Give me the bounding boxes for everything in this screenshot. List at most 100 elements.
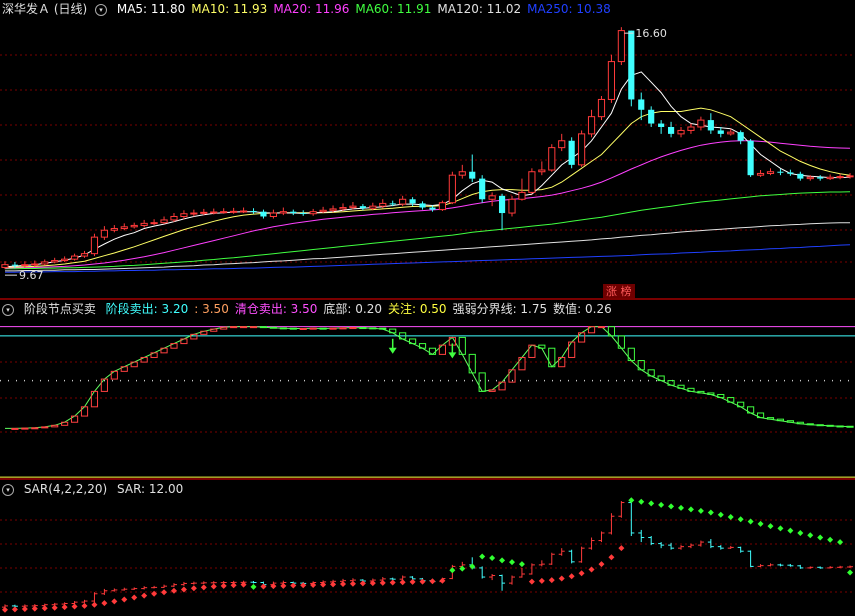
candle-body-up <box>120 226 128 230</box>
indicator-title: 阶段节点买卖 <box>23 302 96 316</box>
candle-body-up <box>190 212 198 215</box>
rising-box <box>518 356 526 371</box>
sar-header: ▾ SAR(4,2,2,20) SAR: 12.00 <box>0 480 189 498</box>
sar-point <box>558 575 565 582</box>
sar-point <box>379 579 386 586</box>
indicator-line <box>5 326 851 429</box>
candle-body-up <box>31 263 39 266</box>
sar-point <box>548 577 555 584</box>
candle-body-down <box>359 206 366 209</box>
sar-point <box>141 592 148 599</box>
sar-point <box>687 506 694 513</box>
stage-node-panel[interactable]: ▾ 阶段节点买卖 阶段卖出: 3.20: 3.50 清仓卖出: 3.50 底部: 0… <box>0 300 855 478</box>
candle-body-down <box>817 177 824 179</box>
sar-point <box>747 518 754 525</box>
sar-point <box>767 523 774 530</box>
sar-point <box>479 553 486 560</box>
candle-body-up <box>210 211 218 214</box>
candle-body-up <box>100 229 108 238</box>
rising-box <box>230 326 238 329</box>
candle-body-up <box>558 140 566 149</box>
sar-point <box>787 527 794 534</box>
legend-item: MA120: 11.02 <box>437 2 522 16</box>
candle-body-down <box>797 173 804 179</box>
candle-body-up <box>687 126 695 131</box>
legend-item: : 3.50 <box>194 302 229 316</box>
legend-item: 底部: 0.20 <box>323 302 382 316</box>
sar-point <box>807 532 814 539</box>
candle-body-up <box>587 116 596 135</box>
sar-point <box>707 509 714 516</box>
rising-box <box>299 327 307 330</box>
sar-point <box>31 605 38 612</box>
candle-body-up <box>170 215 178 221</box>
candlestick-chart[interactable]: 16.60 9.67 <box>0 0 855 300</box>
rising-box <box>568 341 576 358</box>
candle-body-up <box>826 176 834 180</box>
candle-body-up <box>130 224 138 228</box>
candle-body-up <box>80 253 89 257</box>
sar-point <box>389 579 396 586</box>
candle-body-down <box>250 210 257 212</box>
candle-body-up <box>518 191 526 200</box>
collapse-icon[interactable]: ▾ <box>2 303 14 316</box>
stage-node-chart[interactable] <box>0 300 855 478</box>
candle-body-up <box>548 147 556 171</box>
candle-body-down <box>389 203 396 205</box>
sar-point <box>349 580 356 587</box>
rising-box <box>329 327 337 330</box>
candle-body-up <box>766 171 775 174</box>
candle-body-up <box>220 211 228 214</box>
falling-box <box>259 326 268 329</box>
falling-box <box>816 424 824 427</box>
candle-body-up <box>836 176 844 179</box>
collapse-icon[interactable]: ▾ <box>95 3 108 16</box>
collapse-icon[interactable]: ▾ <box>2 483 14 496</box>
candle-body-up <box>51 260 59 263</box>
main-chart-panel[interactable]: 16.60 9.67 深华发Ａ (日线) ▾ MA5: 11.80 MA10: 11… <box>0 0 855 300</box>
candle-body-up <box>230 210 238 213</box>
candle-body-up <box>140 222 148 226</box>
candle-body-down <box>747 140 754 176</box>
sar-point <box>489 555 496 562</box>
candle-body-down <box>717 130 724 134</box>
rising-box <box>90 390 99 408</box>
falling-box <box>806 423 814 426</box>
candle-body-up <box>379 202 387 207</box>
sar-point <box>817 534 824 541</box>
sell-arrow-icon <box>448 352 457 359</box>
candle-body-up <box>578 133 586 166</box>
rising-box <box>349 327 357 330</box>
rising-box <box>200 330 208 335</box>
sar-point <box>131 594 138 601</box>
sar-point <box>697 507 704 514</box>
sar-point <box>91 601 98 608</box>
sar-point <box>668 503 675 510</box>
rising-box <box>597 326 606 329</box>
legend-item: 数值: 0.26 <box>553 302 612 316</box>
legend-item: MA5: 11.80 <box>116 2 186 16</box>
sar-point <box>538 577 545 584</box>
sar-point <box>737 516 744 523</box>
candle-body-up <box>677 129 685 135</box>
falling-box <box>677 384 685 389</box>
sar-point <box>638 498 645 505</box>
sar-point <box>121 596 128 603</box>
sar-chart[interactable] <box>0 480 855 616</box>
legend-item: MA10: 11.93 <box>191 2 268 16</box>
candle-body-up <box>309 211 317 215</box>
candle-body-up <box>1 264 9 268</box>
sar-point <box>757 520 764 527</box>
candle-body-up <box>329 208 337 211</box>
sar-point <box>509 559 516 566</box>
sar-point <box>419 578 426 585</box>
sar-point <box>797 529 804 536</box>
rising-box <box>339 327 347 330</box>
rising-box <box>61 421 69 426</box>
sar-panel[interactable]: ▾ SAR(4,2,2,20) SAR: 12.00 <box>0 480 855 616</box>
sar-point <box>837 539 844 546</box>
sar-point <box>81 602 88 609</box>
sar-point <box>578 570 585 577</box>
candle-body-up <box>180 213 188 217</box>
falling-box <box>269 326 277 329</box>
